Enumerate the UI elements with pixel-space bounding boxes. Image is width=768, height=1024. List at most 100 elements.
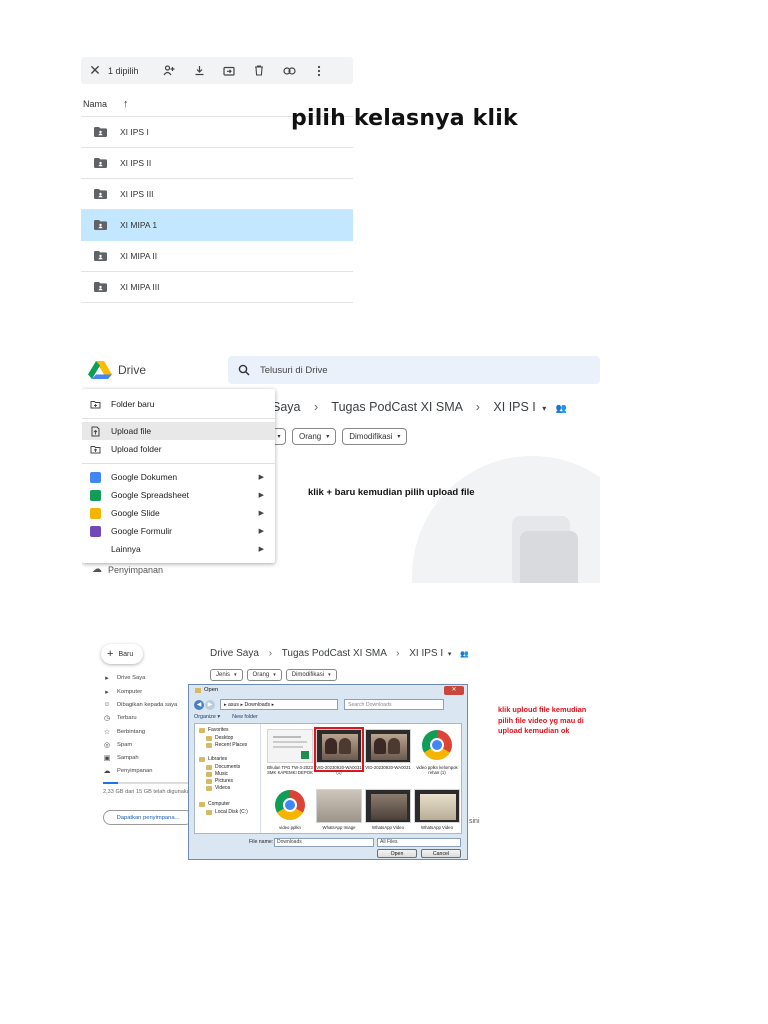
file-name-input[interactable]: Downloads xyxy=(274,838,374,847)
folder-row[interactable]: XI IPS III xyxy=(81,179,353,210)
dialog-title-text: Open xyxy=(204,687,219,693)
tree-label: Libraries xyxy=(208,756,228,762)
open-button[interactable]: Open xyxy=(377,849,417,858)
nav-item-computers[interactable]: ▸ Komputer xyxy=(103,688,142,696)
file-item[interactable]: Bhulan TPG TW-3-2023 SMK KAPEMKI DEPOK xyxy=(267,729,313,775)
file-item[interactable]: video pplkn xyxy=(267,789,313,830)
folder-row[interactable]: XI MIPA III xyxy=(81,272,353,303)
nav-item-trash[interactable]: ▣ Sampah xyxy=(103,754,139,762)
filter-chip-people[interactable]: Orang ▾ xyxy=(246,669,282,681)
share-icon[interactable] xyxy=(154,57,184,84)
file-item-selected[interactable]: VID-20230920-WA0031 (1) xyxy=(314,727,364,775)
menu-item-google-slides[interactable]: Google Slide ▶ xyxy=(82,504,275,522)
tree-item[interactable]: Favorites xyxy=(199,727,229,733)
more-vert-icon[interactable] xyxy=(304,57,334,84)
trash-icon[interactable] xyxy=(244,57,274,84)
tree-item[interactable]: Pictures xyxy=(206,778,233,784)
breadcrumb-current[interactable]: XI IPS I xyxy=(409,648,443,659)
file-name: WhatsApp Video xyxy=(421,825,453,830)
breadcrumb: Saya › Tugas PodCast XI SMA › XI IPS I ▾… xyxy=(272,400,567,414)
download-icon[interactable] xyxy=(184,57,214,84)
folder-name: XI MIPA II xyxy=(120,251,158,261)
tree-label: Recent Places xyxy=(215,742,248,748)
folder-icon xyxy=(199,801,205,807)
tree-item[interactable]: Music xyxy=(206,771,228,777)
tree-item[interactable]: Documents xyxy=(206,764,240,770)
tree-item[interactable]: Desktop xyxy=(206,735,233,741)
filter-chips: Jenis ▾ Orang ▾ Dimodifikasi ▾ xyxy=(210,669,337,681)
tree-item[interactable]: Local Disk (C:) xyxy=(206,809,248,815)
filter-chip-type[interactable]: Jenis ▾ xyxy=(210,669,243,681)
breadcrumb-item[interactable]: Drive Saya xyxy=(210,648,259,659)
tree-item[interactable]: Videos xyxy=(206,785,230,791)
move-icon[interactable] xyxy=(214,57,244,84)
chevron-right-icon: ▶ xyxy=(258,474,264,481)
file-item[interactable]: video pplkn kelompok rehan (1) xyxy=(414,729,460,775)
nav-item-storage[interactable]: ☁ Penyimpanan xyxy=(103,767,153,775)
nav-label: Komputer xyxy=(117,689,143,695)
tree-item[interactable]: Recent Places xyxy=(206,742,247,748)
filter-chip-modified[interactable]: Dimodifikasi ▾ xyxy=(342,428,408,445)
storage-nav-item[interactable]: ☁ Penyimpanan xyxy=(92,564,163,575)
organize-button[interactable]: Organize ▾ xyxy=(194,714,220,720)
dropdown-caret-icon[interactable]: ▾ xyxy=(448,651,452,658)
computer-icon: ▸ xyxy=(105,689,109,696)
menu-item-google-sheets[interactable]: Google Spreadsheet ▶ xyxy=(82,486,275,504)
file-name: video pplkn xyxy=(279,825,301,830)
tree-label: Computer xyxy=(208,801,230,807)
nav-item-spam[interactable]: ◎ Spam xyxy=(103,741,132,749)
path-field[interactable]: ▸ asus ▸ Downloads ▸ xyxy=(220,699,338,710)
folder-row[interactable]: XI MIPA II xyxy=(81,241,353,272)
cancel-button[interactable]: Cancel xyxy=(421,849,461,858)
dropdown-caret-icon[interactable]: ▾ xyxy=(542,404,546,413)
tree-item[interactable]: Libraries xyxy=(199,756,227,762)
chevron-down-icon: ▾ xyxy=(273,672,276,678)
empty-state-illustration-back xyxy=(520,531,578,583)
shared-folder-icon xyxy=(94,251,107,261)
filter-chip-modified[interactable]: Dimodifikasi ▾ xyxy=(285,669,337,681)
instruction-new-upload: klik + baru kemudian pilih upload file xyxy=(308,487,475,498)
video-thumbnail xyxy=(365,729,411,763)
tree-item[interactable]: Computer xyxy=(199,801,230,807)
get-storage-button[interactable]: Dapatkan penyimpana... xyxy=(103,810,193,825)
menu-item-upload-folder[interactable]: Upload folder xyxy=(82,440,275,458)
breadcrumb-current[interactable]: XI IPS I xyxy=(493,400,535,414)
close-selection-icon[interactable]: ✕ xyxy=(84,62,106,79)
storage-label: Penyimpanan xyxy=(108,564,164,575)
dialog-close-button[interactable]: ✕ xyxy=(444,686,464,695)
forward-arrow-icon[interactable]: ▶ xyxy=(205,699,215,710)
nav-item-recent[interactable]: ◷ Terbaru xyxy=(103,714,137,722)
folder-row[interactable]: XI IPS II xyxy=(81,148,353,179)
new-button[interactable]: + Baru xyxy=(101,644,143,664)
sort-header[interactable]: Nama ↑ xyxy=(83,98,129,110)
drive-search-bar[interactable]: Telusuri di Drive xyxy=(228,356,600,384)
breadcrumb-separator-icon: › xyxy=(313,400,319,414)
link-icon[interactable] xyxy=(274,57,304,84)
breadcrumb-item[interactable]: Saya xyxy=(272,400,301,414)
back-arrow-icon[interactable]: ◀ xyxy=(194,699,204,710)
menu-item-google-docs[interactable]: Google Dokumen ▶ xyxy=(82,468,275,486)
shared-folder-icon xyxy=(94,158,107,168)
dialog-search-input[interactable]: Search Downloads xyxy=(344,699,444,710)
folder-row[interactable]: XI MIPA 1 xyxy=(81,210,353,241)
breadcrumb-item[interactable]: Tugas PodCast XI SMA xyxy=(282,648,387,659)
nav-item-starred[interactable]: ☆ Berbintang xyxy=(103,728,145,736)
file-item[interactable]: WhatsApp Image xyxy=(316,789,362,830)
filter-chip-people[interactable]: Orang ▾ xyxy=(292,428,337,445)
breadcrumb-item[interactable]: Tugas PodCast XI SMA xyxy=(331,400,462,414)
shared-folder-icon xyxy=(94,282,107,292)
new-folder-button[interactable]: New folder xyxy=(232,714,258,720)
menu-item-new-folder[interactable]: Folder baru xyxy=(82,395,275,413)
file-item[interactable]: WhatsApp Video xyxy=(365,789,411,830)
menu-item-google-forms[interactable]: Google Formulir ▶ xyxy=(82,522,275,540)
chevron-down-icon: ▾ xyxy=(397,434,401,440)
breadcrumb-separator-icon: › xyxy=(475,400,480,414)
file-item[interactable]: WhatsApp Video xyxy=(414,789,460,830)
file-item[interactable]: VID-20230920-WA0031 xyxy=(365,729,411,770)
nav-item-my-drive[interactable]: ▸ Drive Saya xyxy=(103,674,145,682)
nav-label: Penyimpanan xyxy=(117,768,153,774)
nav-item-shared[interactable]: ☺ Dibagikan kepada saya xyxy=(103,701,177,708)
file-type-select[interactable]: All Files xyxy=(377,838,461,847)
menu-item-upload-file[interactable]: Upload file xyxy=(82,422,275,440)
menu-item-more[interactable]: Lainnya ▶ xyxy=(82,540,275,558)
